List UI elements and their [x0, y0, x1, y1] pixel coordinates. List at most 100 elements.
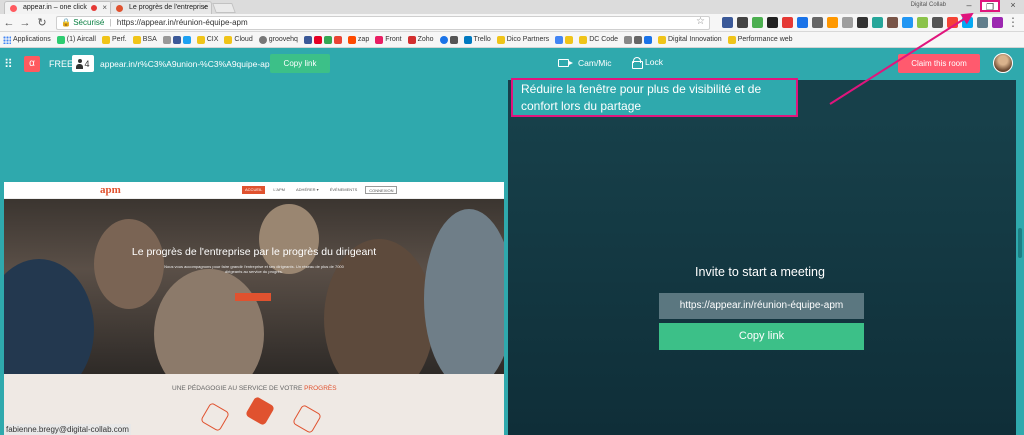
tab-strip: appear.in – one click × Le progrès de l'… — [0, 0, 1024, 14]
extension-icon[interactable] — [902, 17, 913, 28]
restore-window-icon[interactable]: ❐ — [980, 0, 1000, 12]
annotation-callout: Réduire la fenêtre pour plus de visibili… — [511, 78, 798, 117]
hero-photo-shape — [324, 239, 434, 374]
bookmark-label: Digital Innovation — [667, 36, 722, 43]
close-tab-icon[interactable]: × — [202, 2, 207, 14]
minimize-window-icon[interactable]: – — [960, 0, 978, 12]
extension-icon[interactable] — [962, 17, 973, 28]
tab-title: appear.in – one click — [23, 4, 87, 11]
extension-icon[interactable] — [737, 17, 748, 28]
shared-nav-item: L'APM — [273, 187, 285, 192]
annotation-line: Réduire la fenêtre pour plus de visibili… — [521, 82, 762, 96]
zapier-icon — [347, 35, 356, 44]
bookmark-aircall[interactable]: (1) Aircall — [56, 35, 96, 44]
bookmark-icons-group[interactable] — [555, 35, 574, 44]
forward-arrow-icon[interactable]: → — [18, 16, 32, 30]
chrome-menu-icon[interactable]: ⋮ — [1007, 15, 1019, 29]
participant-count-badge[interactable]: 4 — [72, 55, 94, 72]
extension-icon[interactable] — [917, 17, 928, 28]
close-window-icon[interactable]: × — [1004, 0, 1022, 12]
folder-icon — [657, 35, 666, 44]
hexagon-icon — [291, 403, 323, 435]
extension-icon[interactable] — [722, 17, 733, 28]
bookmark-icons-group[interactable] — [303, 35, 342, 44]
bookmark-bsa[interactable]: BSA — [132, 35, 157, 44]
bookmark-dico-partners[interactable]: Dico Partners — [496, 35, 549, 44]
extension-icon — [643, 35, 652, 44]
hero-photo-shape — [424, 209, 504, 374]
drive-icon — [323, 35, 332, 44]
invite-copy-link-button[interactable]: Copy link — [659, 323, 864, 350]
extension-icon — [162, 35, 171, 44]
tab-appear-in[interactable]: appear.in – one click × — [4, 1, 112, 14]
hexagon-icon — [244, 395, 276, 427]
bookmark-dc-code[interactable]: DC Code — [579, 35, 618, 44]
address-bar[interactable]: 🔒 Sécurisé | https://appear.in/réunion-é… — [56, 16, 710, 30]
appear-in-favicon-icon — [10, 5, 17, 12]
extension-icon[interactable] — [752, 17, 763, 28]
bookmark-trello[interactable]: Trello — [463, 35, 491, 44]
invite-title: Invite to start a meeting — [695, 265, 825, 279]
extension-icon[interactable] — [932, 17, 943, 28]
extension-icon — [439, 35, 448, 44]
new-tab-button[interactable] — [212, 3, 236, 13]
scrollbar-thumb[interactable] — [1018, 228, 1022, 258]
twitter-icon — [182, 35, 191, 44]
profile-name[interactable]: Digital Collab — [911, 2, 946, 8]
extension-icon[interactable] — [872, 17, 883, 28]
claim-room-button[interactable]: Claim this room — [898, 54, 980, 73]
extension-icons — [722, 17, 1003, 29]
bookmark-icons-group[interactable] — [162, 35, 191, 44]
bookmark-cloud[interactable]: Cloud — [224, 35, 253, 44]
extension-icon[interactable] — [812, 17, 823, 28]
apps-grid-icon — [3, 35, 11, 44]
bookmark-perf[interactable]: Perf. — [101, 35, 127, 44]
extension-icon[interactable] — [827, 17, 838, 28]
extension-icon[interactable] — [782, 17, 793, 28]
extension-icon[interactable] — [857, 17, 868, 28]
bookmark-icons-group[interactable] — [623, 35, 652, 44]
tab-apm-site[interactable]: Le progrès de l'entreprise × — [110, 1, 212, 14]
presenter-name-tag: fabienne.bregy@digital-collab.com — [4, 424, 131, 435]
close-tab-icon[interactable]: × — [102, 2, 107, 14]
extension-icon[interactable] — [977, 17, 988, 28]
extension-icon[interactable] — [887, 17, 898, 28]
participant-count: 4 — [84, 58, 90, 69]
folder-icon — [132, 35, 141, 44]
extension-icon[interactable] — [992, 17, 1003, 28]
front-icon — [375, 35, 384, 44]
bookmark-cix[interactable]: CIX — [196, 35, 218, 44]
room-url: appear.in/r%C3%A9union-%C3%A9quipe-apm — [100, 59, 277, 69]
shared-screen-video: apm ACCUEIL L'APM ADHÉRER ▾ ÉVÉNEMENTS C… — [4, 182, 504, 435]
extension-icon[interactable] — [767, 17, 778, 28]
bookmark-zap[interactable]: zap — [347, 35, 369, 44]
cam-mic-button[interactable]: Cam/Mic — [558, 58, 612, 68]
bookmark-apps[interactable]: Applications — [3, 35, 51, 44]
extension-icon[interactable] — [797, 17, 808, 28]
bookmark-zoho[interactable]: Zoho — [407, 35, 434, 44]
invite-url-field[interactable]: https://appear.in/réunion-équipe-apm — [659, 293, 864, 319]
extension-icon — [565, 35, 574, 44]
lock-room-button[interactable]: Lock — [632, 57, 663, 69]
extension-icon[interactable] — [842, 17, 853, 28]
bookmark-label: Perf. — [111, 36, 127, 43]
avatar[interactable] — [993, 53, 1013, 73]
apps-menu-icon[interactable]: ⠿ — [4, 58, 14, 70]
bookmark-star-icon[interactable]: ☆ — [696, 16, 705, 27]
bookmark-digital-innovation[interactable]: Digital Innovation — [657, 35, 722, 44]
bookmark-icons-group[interactable] — [439, 35, 458, 44]
extension-icon[interactable] — [947, 17, 958, 28]
section-title-prefix: UNE PÉDAGOGIE AU SERVICE DE VOTRE — [172, 385, 303, 392]
bookmark-performance-web[interactable]: Performance web — [727, 35, 793, 44]
secure-label: Sécurisé — [73, 18, 105, 27]
bookmark-front[interactable]: Front — [375, 35, 402, 44]
reload-icon[interactable]: ↻ — [35, 16, 49, 30]
shared-site-header: apm ACCUEIL L'APM ADHÉRER ▾ ÉVÉNEMENTS C… — [4, 182, 504, 199]
back-arrow-icon[interactable]: ← — [2, 16, 16, 30]
facebook-icon — [303, 35, 312, 44]
bookmark-groovehq[interactable]: groovehq — [258, 35, 298, 44]
shared-hero-button — [235, 293, 271, 301]
shared-hero-subtitle: Nous vous accompagnons pour faire grandi… — [164, 264, 344, 274]
copy-link-button[interactable]: Copy link — [270, 54, 330, 73]
appear-in-logo[interactable]: α — [24, 56, 40, 72]
